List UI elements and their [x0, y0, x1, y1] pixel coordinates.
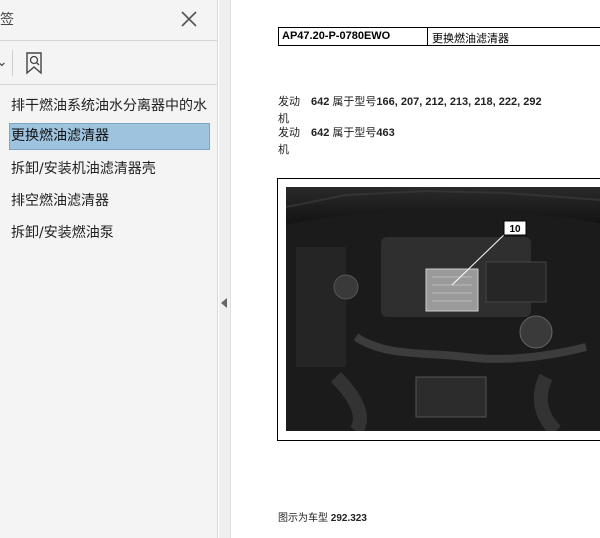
- bookmarks-panel: 签 ⌄ 排干燃油系统油水分离器中的水 更换燃油滤清器 拆卸/安装机油滤清器壳 排…: [0, 0, 218, 538]
- engine-figure: 10: [277, 178, 600, 441]
- bookmark-list: 排干燃油系统油水分离器中的水 更换燃油滤清器 拆卸/安装机油滤清器壳 排空燃油滤…: [0, 96, 218, 244]
- panel-toolbar: ⌄: [0, 46, 217, 78]
- procedure-code: AP47.20-P-0780EWO: [279, 28, 428, 45]
- bookmark-item[interactable]: 拆卸/安装机油滤清器壳: [0, 159, 218, 180]
- divider: [0, 84, 217, 85]
- engine-models: 642 属于型号166, 207, 212, 213, 218, 222, 29…: [311, 94, 542, 111]
- dropdown-icon[interactable]: ⌄: [0, 54, 8, 70]
- model-list: 463: [376, 127, 395, 139]
- engine-label: 发动机: [278, 127, 300, 156]
- document-page: AP47.20-P-0780EWO 更换燃油滤清器 发动机 642 属于型号16…: [232, 0, 600, 538]
- engine-models: 642 属于型号463: [311, 125, 395, 142]
- engine-number: 642: [311, 96, 330, 108]
- procedure-title: 更换燃油滤清器: [432, 32, 509, 45]
- engine-number: 642: [311, 127, 330, 139]
- panel-title: 签: [0, 12, 14, 28]
- model-text: 属于型号: [332, 96, 377, 108]
- figure-caption: 图示为车型 292.323: [278, 509, 367, 524]
- caption-model: 292.323: [330, 513, 367, 524]
- procedure-header: AP47.20-P-0780EWO 更换燃油滤清器: [278, 27, 600, 46]
- engine-label: 发动机: [278, 96, 300, 125]
- model-list: 166, 207, 212, 213, 218, 222, 292: [376, 96, 542, 108]
- toolbar-separator: [12, 50, 13, 76]
- bookmark-search-icon[interactable]: [22, 50, 46, 76]
- collapse-panel-icon[interactable]: [221, 298, 227, 308]
- bookmark-item[interactable]: 排空燃油滤清器: [0, 191, 218, 212]
- bookmark-item[interactable]: 排干燃油系统油水分离器中的水: [0, 96, 218, 117]
- caption-text: 图示为车型: [278, 513, 328, 524]
- bookmark-item-selected[interactable]: 更换燃油滤清器: [9, 123, 210, 150]
- engine-bay-photo: 10: [286, 187, 600, 431]
- close-icon[interactable]: [178, 8, 200, 30]
- model-text: 属于型号: [332, 127, 377, 139]
- callout-label: 10: [509, 224, 521, 235]
- panel-splitter[interactable]: [219, 0, 231, 538]
- divider: [0, 40, 217, 41]
- bookmark-item[interactable]: 拆卸/安装燃油泵: [0, 223, 218, 244]
